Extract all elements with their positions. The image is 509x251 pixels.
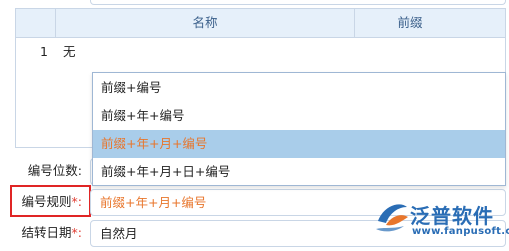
dropdown-option[interactable]: 前缀+年+月+日+编号 [93, 158, 505, 186]
logo-name: 泛普软件 [410, 204, 494, 228]
date-select-value: 自然月 [100, 226, 138, 241]
digits-label: 编号位数: [27, 163, 82, 178]
logo-mark-icon [376, 204, 408, 232]
date-label: 结转日期*: [21, 225, 82, 240]
grid-header: 名称 前缀 [16, 9, 505, 38]
grid-header-index [16, 9, 56, 37]
required-marker: *: [71, 225, 82, 240]
grid-header-prefix[interactable]: 前缀 [355, 9, 505, 37]
rule-select-value: 前缀+年+月+编号 [100, 195, 207, 210]
row-name-cell: 无 [63, 44, 76, 59]
rule-dropdown: 前缀+编号 前缀+年+编号 前缀+年+月+编号 前缀+年+月+日+编号 [92, 72, 506, 186]
top-field-edge[interactable] [90, 0, 506, 5]
table-row[interactable]: 1 无 [16, 38, 505, 65]
logo-url: www.fanpusoft.com [412, 226, 509, 237]
brand-logo: 泛普软件 www.fanpusoft.com [366, 199, 509, 243]
grid-header-name[interactable]: 名称 [56, 9, 355, 37]
dropdown-option-selected[interactable]: 前缀+年+月+编号 [93, 130, 505, 158]
dropdown-option[interactable]: 前缀+年+编号 [93, 102, 505, 130]
rule-label-highlight [10, 185, 91, 217]
row-number: 1 [40, 44, 48, 59]
dropdown-option[interactable]: 前缀+编号 [93, 74, 505, 102]
